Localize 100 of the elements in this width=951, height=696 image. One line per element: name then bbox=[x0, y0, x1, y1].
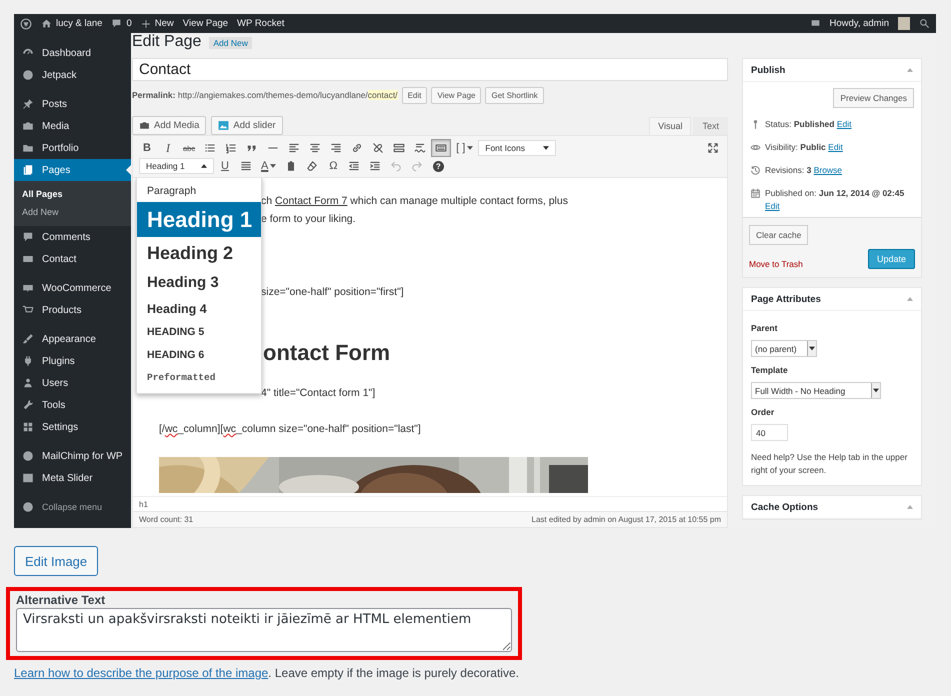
preview-button[interactable]: Preview Changes bbox=[833, 88, 914, 108]
select-field[interactable]: (no parent) bbox=[751, 340, 817, 357]
symbol-button[interactable]: Ω bbox=[323, 157, 344, 175]
menu-item[interactable]: Contact bbox=[14, 248, 131, 270]
permalink-button[interactable]: View Page bbox=[431, 86, 482, 104]
add-new-button[interactable]: Add New bbox=[209, 37, 252, 49]
menu-item[interactable]: Tools bbox=[14, 394, 131, 416]
page-title: Edit Page bbox=[132, 33, 202, 50]
editor-tab[interactable]: Visual bbox=[649, 117, 692, 135]
speech-bubble-icon bbox=[111, 18, 122, 29]
pages-icon bbox=[22, 164, 34, 176]
keyboard-icon bbox=[435, 142, 448, 154]
format-option[interactable]: Preformatted bbox=[137, 367, 261, 389]
person-icon bbox=[22, 377, 34, 389]
caret-icon bbox=[907, 297, 913, 301]
format-option[interactable]: Heading 3 bbox=[137, 269, 261, 297]
plug-icon bbox=[22, 355, 34, 367]
field-label: Parent bbox=[751, 323, 778, 333]
menu-item[interactable]: Posts bbox=[14, 93, 131, 115]
eraser-icon bbox=[306, 160, 318, 172]
text-link[interactable]: Contact Form 7 bbox=[275, 195, 348, 207]
comment-count[interactable]: 0 bbox=[126, 18, 132, 29]
menu-item[interactable]: Pages bbox=[14, 159, 131, 181]
site-name[interactable]: lucy & lane bbox=[56, 18, 102, 29]
menu-item[interactable]: Portfolio bbox=[14, 137, 131, 159]
alt-text-field[interactable]: Virsraksti un apakšvirsraksti noteikti ir jāiezīmē ar HTML elementiem bbox=[16, 608, 512, 652]
submenu-item[interactable]: Add New bbox=[14, 203, 131, 221]
calendar-icon bbox=[750, 188, 761, 199]
menu-item[interactable]: MailChimp for WP bbox=[14, 445, 131, 467]
menu-item[interactable]: Users bbox=[14, 372, 131, 394]
link-icon bbox=[351, 142, 364, 154]
permalink-button[interactable]: Edit bbox=[402, 86, 428, 104]
toolbar-link[interactable]: View Page bbox=[182, 18, 228, 29]
clear-cache-button[interactable]: Clear cache bbox=[749, 225, 808, 245]
format-select[interactable]: Heading 1 bbox=[139, 158, 214, 174]
edit-image-button[interactable]: Edit Image bbox=[14, 546, 98, 576]
italic-button[interactable]: I bbox=[158, 139, 178, 157]
symbol-button[interactable]: [ ] bbox=[452, 139, 478, 157]
menu-item[interactable]: Dashboard bbox=[14, 42, 131, 64]
add-slider-button[interactable]: Add slider bbox=[211, 116, 283, 135]
title-field[interactable]: Contact bbox=[132, 58, 728, 81]
permalink-text: Permalink: http://angiemakes.com/themes-demo/lucyandlane/contact/ bbox=[132, 90, 398, 100]
menu-item[interactable]: Meta Slider bbox=[14, 467, 131, 489]
caret-icon bbox=[201, 164, 207, 168]
editor-tab[interactable]: Text bbox=[693, 117, 728, 135]
format-option[interactable]: Heading 4 bbox=[137, 297, 261, 321]
unlink-icon bbox=[372, 142, 384, 154]
avatar-icon bbox=[898, 17, 910, 30]
menu-item[interactable]: WooCommerce bbox=[14, 277, 131, 299]
bullet-list-icon bbox=[204, 142, 216, 154]
format-option[interactable]: Heading 2 bbox=[137, 237, 261, 269]
format-option[interactable]: HEADING 6 bbox=[137, 344, 261, 367]
justify-icon bbox=[240, 160, 252, 172]
menu-item[interactable]: Comments bbox=[14, 226, 131, 248]
toolbar-link[interactable]: WP Rocket bbox=[237, 18, 284, 29]
align-center-icon bbox=[309, 142, 322, 154]
select-field[interactable]: Full Width - No Heading bbox=[751, 382, 881, 399]
brush-icon bbox=[22, 333, 34, 345]
order-field[interactable]: 40 bbox=[751, 424, 788, 441]
format-select[interactable]: Font Icons bbox=[478, 140, 556, 156]
expand-icon bbox=[707, 142, 719, 154]
format-option[interactable]: Heading 1 bbox=[137, 202, 261, 237]
edit-link[interactable]: Edit bbox=[836, 119, 852, 129]
publish-status: Status: Published Edit bbox=[765, 118, 852, 131]
format-option[interactable]: Paragraph bbox=[137, 180, 261, 202]
camera-icon bbox=[22, 120, 34, 132]
align-right-icon bbox=[330, 142, 342, 154]
edit-link[interactable]: Edit bbox=[828, 142, 843, 152]
help-button[interactable]: ? bbox=[428, 157, 448, 175]
menu-item[interactable]: Plugins bbox=[14, 350, 131, 372]
menu-item[interactable]: Appearance bbox=[14, 328, 131, 350]
menu-item[interactable]: Products bbox=[14, 299, 131, 321]
last-edited: Last edited by admin on August 17, 2015 at 10:55 pm bbox=[532, 515, 721, 524]
folder-icon bbox=[22, 142, 34, 154]
collapse-menu[interactable]: Collapse menu bbox=[14, 496, 131, 518]
menu-item[interactable]: Jetpack bbox=[14, 64, 131, 86]
help-link[interactable]: Learn how to describe the purpose of the image bbox=[14, 666, 268, 680]
pin-icon bbox=[22, 98, 34, 110]
add-media-button[interactable]: Add Media bbox=[132, 116, 206, 135]
edit-link[interactable]: Browse bbox=[814, 165, 842, 175]
format-option[interactable]: HEADING 5 bbox=[137, 321, 261, 344]
panel-title: Cache Options bbox=[751, 502, 818, 512]
camera-icon bbox=[139, 120, 150, 131]
edit-link[interactable]: Edit bbox=[765, 201, 780, 211]
greeting[interactable]: Howdy, admin bbox=[830, 18, 889, 29]
trash-link[interactable]: Move to Trash bbox=[749, 259, 803, 269]
menu-item[interactable]: Media bbox=[14, 115, 131, 137]
new-link[interactable]: New bbox=[154, 18, 174, 29]
text-color-button[interactable]: A bbox=[257, 157, 280, 175]
publish-status: Visibility: Public Edit bbox=[765, 141, 843, 154]
search-icon bbox=[919, 18, 930, 29]
underline-button[interactable]: U bbox=[215, 157, 235, 175]
keyboard-button[interactable] bbox=[431, 139, 452, 157]
permalink-button[interactable]: Get Shortlink bbox=[485, 86, 544, 104]
squiggle-icon bbox=[414, 142, 426, 154]
bold-button[interactable]: B bbox=[137, 139, 157, 157]
submenu-item[interactable]: All Pages bbox=[14, 185, 131, 203]
round-badge-icon bbox=[22, 450, 34, 462]
outdent-icon bbox=[348, 160, 360, 172]
menu-item[interactable]: Settings bbox=[14, 416, 131, 438]
